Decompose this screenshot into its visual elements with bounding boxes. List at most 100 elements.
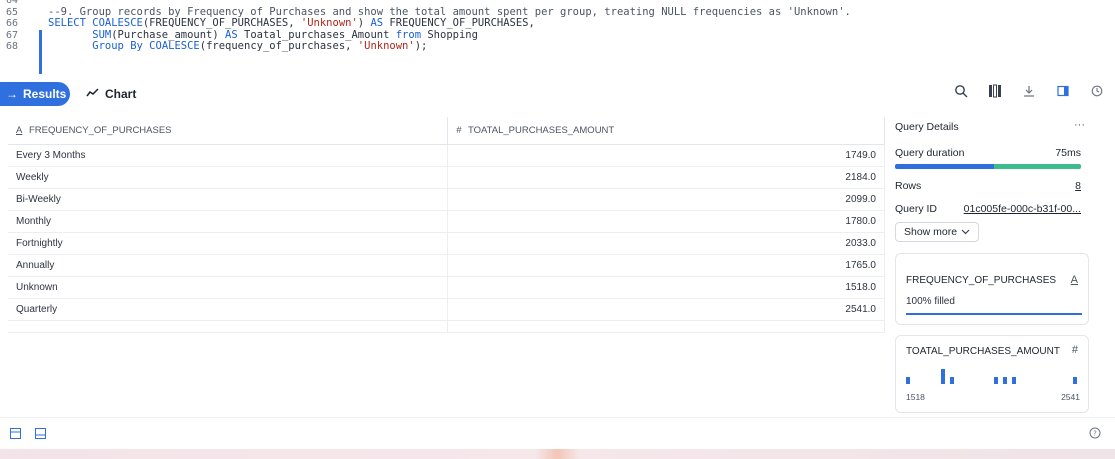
columns-icon[interactable] <box>987 84 1003 101</box>
cell-amount[interactable]: 2184.0 <box>447 166 885 189</box>
table-row[interactable]: Weekly 2184.0 <box>8 166 885 189</box>
query-duration-value: 75ms <box>1055 147 1081 159</box>
download-icon[interactable] <box>1021 85 1037 100</box>
line-number: 66 <box>6 18 19 29</box>
text-type-icon: A <box>1070 274 1078 286</box>
table-row[interactable]: Monthly 1780.0 <box>8 210 885 233</box>
code-token: Group By <box>92 40 150 52</box>
column-stats-name: TOATAL_PURCHASES_AMOUNT <box>906 346 1060 357</box>
query-details-panel: Query Details ··· Query duration 75ms Ro… <box>893 117 1093 413</box>
histogram-min: 1518 <box>906 392 925 402</box>
code-token: FREQUENCY_OF_PURCHASES, <box>383 17 535 29</box>
cell-amount[interactable]: 2541.0 <box>447 298 885 321</box>
results-tools <box>953 84 1105 101</box>
histogram-bar <box>1073 377 1078 384</box>
active-statement-marker <box>39 30 42 74</box>
tab-results[interactable]: → Results <box>0 82 70 106</box>
histogram-bar <box>941 369 946 384</box>
help-icon[interactable]: ? <box>1089 427 1101 442</box>
search-icon[interactable] <box>953 84 969 101</box>
column-stats-filled: 100% filled <box>906 296 955 307</box>
cell-amount[interactable]: 1518.0 <box>447 276 885 299</box>
code-line[interactable]: 68 Group By COALESCE(frequency_of_purcha… <box>0 40 1115 53</box>
cell-amount[interactable]: 2033.0 <box>447 232 885 255</box>
cell-frequency[interactable]: Annually <box>8 254 449 277</box>
duration-bar-execute <box>993 164 1081 169</box>
os-taskbar-edge <box>0 449 1115 459</box>
query-id-row: Query ID 01c005fe-000c-b31f-00... <box>895 203 1081 215</box>
cell-frequency[interactable]: Quarterly <box>8 298 449 321</box>
results-toolbar: → Results Chart <box>0 80 1115 110</box>
number-type-icon: # <box>456 124 462 136</box>
table-row[interactable]: Quarterly 2541.0 <box>8 298 885 321</box>
code-token: Toatal_purchases_Amount <box>237 28 396 41</box>
table-row-empty <box>8 320 885 333</box>
code-token: SUM <box>92 28 112 41</box>
table-row[interactable]: Bi-Weekly 2099.0 <box>8 188 885 211</box>
code-token: AS <box>370 17 384 29</box>
column-header-label: FREQUENCY_OF_PURCHASES <box>28 124 172 136</box>
histogram-bar <box>1002 377 1007 384</box>
cell-frequency[interactable]: Weekly <box>8 166 449 189</box>
code-token: 'Unknown' <box>357 40 415 52</box>
rows-value[interactable]: 8 <box>1075 180 1081 192</box>
column-stats-name: FREQUENCY_OF_PURCHASES <box>906 275 1057 286</box>
editor-pane-icon[interactable] <box>10 428 21 442</box>
cell-frequency[interactable]: Fortnightly <box>8 232 449 255</box>
cell-amount[interactable]: 1780.0 <box>447 210 885 233</box>
tab-results-label: Results <box>23 87 67 101</box>
column-header-amount[interactable]: # TOATAL_PURCHASES_AMOUNT <box>447 117 885 145</box>
cell-frequency[interactable]: Monthly <box>8 210 449 233</box>
code-token: (frequency_of_purchases, <box>199 40 358 52</box>
cell-frequency[interactable]: Unknown <box>8 276 449 299</box>
table-row[interactable]: Fortnightly 2033.0 <box>8 232 885 255</box>
show-more-button[interactable]: Show more <box>895 222 980 242</box>
histogram-bar <box>906 377 910 384</box>
table-row[interactable]: Annually 1765.0 <box>8 254 885 277</box>
cell-amount[interactable]: 1765.0 <box>447 254 885 277</box>
column-stats-card-frequency[interactable]: FREQUENCY_OF_PURCHASES A 100% filled <box>895 253 1089 325</box>
code-token: ); <box>414 40 428 52</box>
history-icon[interactable] <box>1089 85 1105 100</box>
code-token: (Purchase_amount) <box>111 28 226 41</box>
code-token: SELECT <box>48 17 93 29</box>
sql-editor[interactable]: 64 65 --9. Group records by Frequency of P… <box>0 0 1115 78</box>
cell-amount[interactable]: 2099.0 <box>447 188 885 211</box>
query-duration-row: Query duration 75ms <box>895 147 1081 159</box>
duration-bar-compile <box>895 164 994 169</box>
results-pane-icon[interactable] <box>35 428 46 442</box>
column-header-frequency[interactable]: A FREQUENCY_OF_PURCHASES <box>8 117 449 145</box>
column-stats-card-amount[interactable]: TOATAL_PURCHASES_AMOUNT # 1518 2541 <box>895 335 1089 413</box>
table-row[interactable]: Unknown 1518.0 <box>8 276 885 299</box>
side-panel-icon[interactable] <box>1055 85 1071 100</box>
query-id-value[interactable]: 01c005fe-000c-b31f-00... <box>964 203 1081 215</box>
code-token: 'Unknown' <box>300 17 358 29</box>
text-type-icon: A <box>16 124 23 136</box>
empty-cell <box>447 320 885 333</box>
table-row[interactable]: Every 3 Months 1749.0 <box>8 144 885 167</box>
line-number: 67 <box>6 29 19 41</box>
show-more-label: Show more <box>904 226 958 238</box>
code-text: Group By COALESCE(frequency_of_purchases… <box>48 40 428 53</box>
empty-cell <box>8 320 449 333</box>
svg-text:?: ? <box>1093 430 1097 438</box>
tab-chart[interactable]: Chart <box>86 82 136 106</box>
rows-label: Rows <box>895 180 922 192</box>
duration-bar <box>895 164 1081 169</box>
number-type-icon: # <box>1071 344 1078 356</box>
cell-frequency[interactable]: Every 3 Months <box>8 144 449 167</box>
query-id-label: Query ID <box>895 203 938 215</box>
histogram-bar <box>950 377 954 384</box>
code-token: COALESCE <box>149 40 200 52</box>
more-options-icon[interactable]: ··· <box>1074 119 1085 131</box>
cell-frequency[interactable]: Bi-Weekly <box>8 188 449 211</box>
bottom-bar: ? <box>0 417 1115 449</box>
query-duration-label: Query duration <box>895 147 965 159</box>
tab-chart-label: Chart <box>105 87 137 101</box>
results-grid: A FREQUENCY_OF_PURCHASES # TOATAL_PURCHA… <box>8 117 885 417</box>
histogram-max: 2541 <box>1061 392 1080 402</box>
code-token: Shopping <box>421 28 478 41</box>
cell-amount[interactable]: 1749.0 <box>447 144 885 167</box>
